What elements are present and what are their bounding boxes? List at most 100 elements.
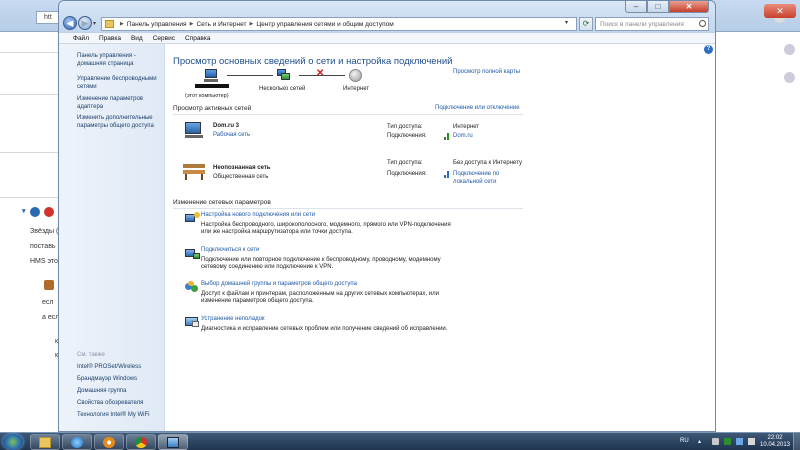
background-menu-icon[interactable] — [784, 44, 795, 55]
menu-help[interactable]: Справка — [185, 35, 211, 42]
control-panel-icon — [105, 20, 114, 28]
search-input[interactable]: Поиск в панели управления — [595, 17, 709, 31]
forward-button[interactable]: ▶ — [78, 16, 92, 30]
sidebar-link-home[interactable]: Панель управления - домашняя страница — [77, 53, 163, 68]
task-homegroup-desc-2: изменение параметров общего доступа. — [201, 298, 314, 304]
help-icon[interactable]: ? — [704, 45, 713, 54]
chrome-icon — [135, 437, 147, 448]
sidebar-link-sharing[interactable]: Изменить дополнительные параметры общего… — [77, 115, 163, 130]
background-settings-icon[interactable] — [784, 72, 795, 83]
see-also-internet-options[interactable]: Свойства обозревателя — [77, 400, 163, 408]
clock-date[interactable]: 10.04.2013 — [756, 442, 794, 448]
show-desktop-button[interactable] — [793, 433, 800, 450]
background-text-1: Звёзды ( — [30, 228, 59, 235]
breadcrumb-control-panel[interactable]: Панель управления — [127, 21, 187, 28]
taskbar-network-center-button[interactable] — [158, 434, 188, 450]
network-2-access-label: Тип доступа: — [387, 160, 423, 166]
internet-globe-icon[interactable] — [349, 69, 362, 82]
task-connect-link[interactable]: Подключиться к сети — [201, 247, 259, 253]
taskbar-explorer-button[interactable] — [30, 434, 60, 450]
new-connection-icon[interactable] — [185, 212, 201, 224]
close-button[interactable]: ✕ — [669, 1, 709, 13]
network-2-conn-link-1[interactable]: Подключение по — [453, 171, 499, 177]
address-bar[interactable]: ▶ Панель управления ▶ Сеть и Интернет ▶ … — [101, 17, 577, 31]
breadcrumb-network-center[interactable]: Центр управления сетями и общим доступом — [256, 21, 393, 28]
menu-view[interactable]: Вид — [131, 35, 143, 42]
tray-expand-icon[interactable]: ▴ — [698, 438, 705, 445]
back-button[interactable]: ◀ — [63, 16, 77, 30]
search-icon[interactable] — [699, 20, 706, 27]
task-new-connection-desc-2: или же настройка маршрутизатора или точк… — [201, 229, 353, 235]
network-2-conn-link-2[interactable]: локальной сети — [453, 179, 497, 185]
troubleshoot-icon[interactable] — [185, 316, 201, 328]
see-also-firewall[interactable]: Брандмауэр Windows — [77, 376, 163, 384]
multiple-networks-label: Несколько сетей — [259, 86, 306, 92]
background-text-5: а есл — [42, 314, 60, 321]
sidebar-link-wireless[interactable]: Управление беспроводными сетями — [77, 76, 163, 91]
see-also-my-wifi[interactable]: Технология Intel® My WiFi — [77, 412, 163, 420]
tray-volume-icon[interactable] — [748, 438, 755, 445]
taskbar-media-button[interactable] — [94, 434, 124, 450]
network-1-name: Dom.ru 3 — [213, 123, 240, 129]
see-also-proset[interactable]: Intel® PROSet/Wireless — [77, 364, 163, 372]
network-2-conn-label: Подключения: — [387, 171, 427, 177]
page-title: Просмотр основных сведений о сети и наст… — [173, 56, 453, 67]
background-text-4: есл — [42, 299, 54, 306]
see-also-homegroup[interactable]: Домашняя группа — [77, 388, 163, 396]
background-close-button[interactable]: ✕ — [764, 4, 796, 18]
maximize-button[interactable]: □ — [647, 1, 669, 13]
network-2-type: Общественная сеть — [213, 174, 269, 180]
recent-pages-dropdown-icon[interactable]: ▾ — [93, 20, 96, 27]
taskbar: RU ▴ 22:02 10.04.2013 — [0, 432, 800, 450]
tray-app-icon[interactable] — [712, 438, 719, 445]
clock-time[interactable]: 22:02 — [760, 435, 790, 441]
start-button[interactable] — [3, 434, 23, 450]
homegroup-icon[interactable] — [185, 281, 201, 293]
active-networks-heading: Просмотр активных сетей — [173, 105, 252, 112]
change-settings-heading: Изменение сетевых параметров — [173, 199, 271, 206]
network-1-access-value: Интернет — [453, 124, 480, 130]
network-center-window: – □ ✕ ◀ ▶ ▾ ▶ Панель управления ▶ Сеть и… — [58, 0, 716, 432]
public-network-bench-icon[interactable] — [183, 164, 205, 180]
tray-network-icon[interactable] — [736, 438, 743, 445]
background-arrow-icon: ▾ — [22, 208, 26, 215]
lan-connection-icon — [444, 170, 450, 178]
background-at-icon — [30, 207, 40, 217]
task-new-connection-link[interactable]: Настройка нового подключения или сети — [201, 212, 315, 218]
internet-explorer-icon — [71, 437, 83, 448]
folder-icon — [39, 437, 51, 448]
task-homegroup-link[interactable]: Выбор домашней группы и параметров общег… — [201, 281, 357, 287]
connect-network-icon[interactable] — [185, 247, 201, 259]
network-icon — [167, 437, 179, 448]
internet-label: Интернет — [343, 86, 370, 92]
tray-security-icon[interactable] — [724, 438, 731, 445]
background-right-panel — [716, 12, 800, 432]
background-page-content: ▾ Звёзды ( поставь HMS это есл а есл к к — [0, 32, 62, 432]
task-new-connection-desc-1: Настройка беспроводного, широкополосного… — [201, 222, 451, 228]
background-text-3: HMS это — [30, 258, 58, 265]
media-player-icon — [103, 437, 115, 448]
breadcrumb-network-internet[interactable]: Сеть и Интернет — [196, 21, 246, 28]
address-dropdown-icon[interactable]: ▾ — [565, 19, 568, 26]
view-full-map-link[interactable]: Просмотр полной карты — [453, 69, 520, 75]
background-avatar-icon — [44, 280, 54, 290]
menu-tools[interactable]: Сервис — [153, 35, 175, 42]
connect-disconnect-link[interactable]: Подключение или отключение — [435, 105, 520, 111]
menu-edit[interactable]: Правка — [99, 35, 121, 42]
minimize-button[interactable]: – — [625, 1, 647, 13]
signal-bars-icon — [444, 132, 450, 140]
refresh-button[interactable]: ⟳ — [579, 17, 593, 31]
task-homegroup-desc-1: Доступ к файлам и принтерам, расположенн… — [201, 291, 439, 297]
menu-file[interactable]: Файл — [73, 35, 89, 42]
map-link-1 — [227, 75, 273, 76]
sidebar-link-adapter[interactable]: Изменение параметров адаптера — [77, 96, 163, 111]
task-troubleshoot-link[interactable]: Устранение неполадок — [201, 316, 265, 322]
taskbar-ie-button[interactable] — [62, 434, 92, 450]
redacted-computer-name — [195, 84, 229, 88]
this-computer-label: (этот компьютер) — [185, 93, 229, 99]
menu-bar: Файл Правка Вид Сервис Справка — [59, 33, 715, 44]
taskbar-chrome-button[interactable] — [126, 434, 156, 450]
network-1-type-link[interactable]: Рабочая сеть — [213, 132, 250, 138]
network-1-conn-link[interactable]: Dom.ru — [453, 133, 473, 139]
language-indicator[interactable]: RU — [680, 438, 689, 444]
